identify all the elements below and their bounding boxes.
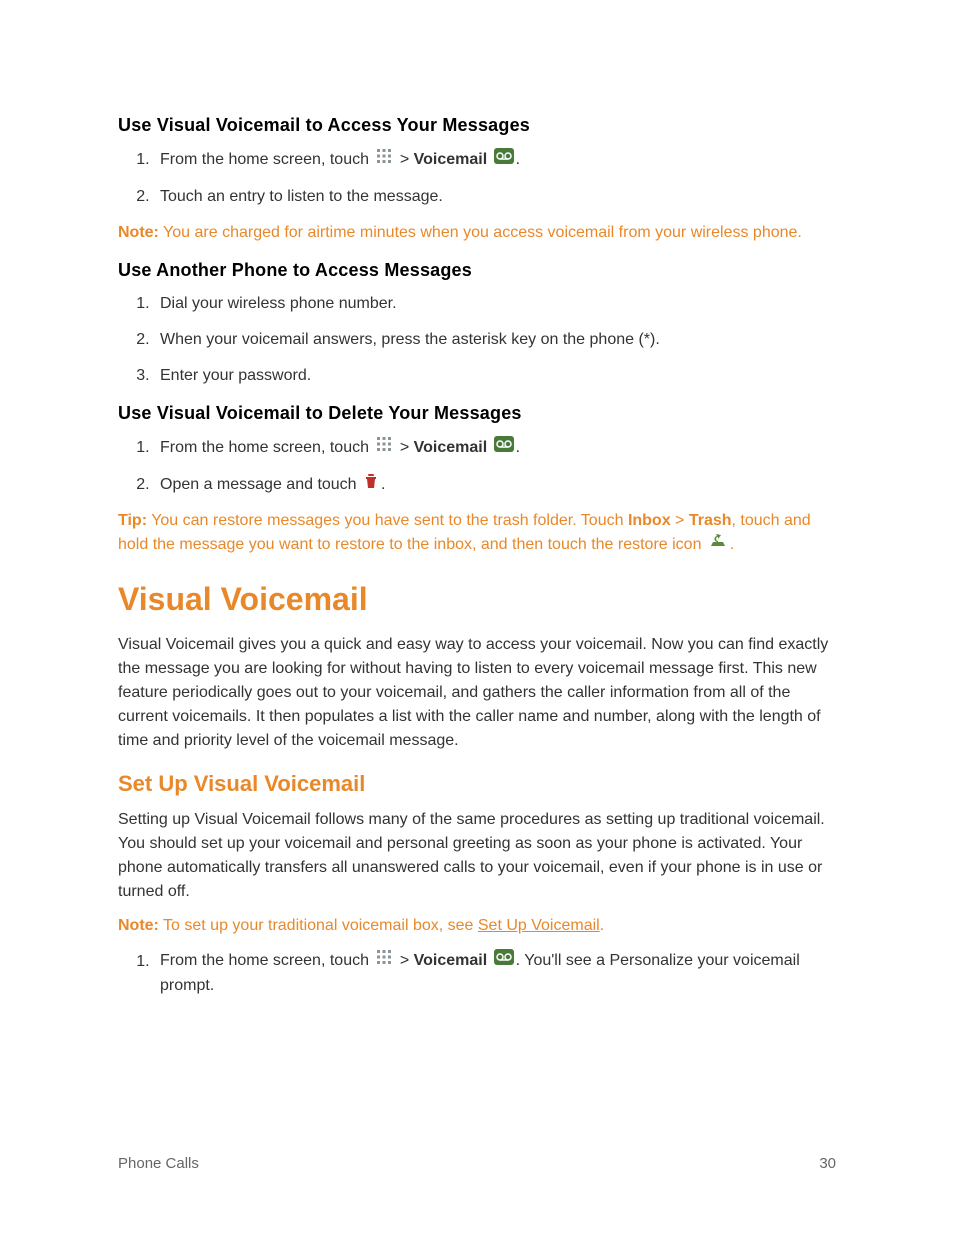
tip-text: You can restore messages you have sent t… [147, 512, 628, 529]
step-text [487, 439, 491, 456]
note-label: Note: [118, 224, 159, 241]
step-text: Enter your password. [160, 367, 311, 384]
another-steps-list: Dial your wireless phone number. When yo… [118, 292, 836, 388]
step-text [487, 953, 491, 970]
list-item: Open a message and touch . [154, 473, 836, 497]
voicemail-icon [494, 949, 514, 973]
step-text: Open a message and touch [160, 476, 361, 493]
document-page: Use Visual Voicemail to Access Your Mess… [0, 0, 954, 1235]
page-footer: Phone Calls 30 [118, 1153, 836, 1176]
voicemail-label: Voicemail [414, 151, 488, 168]
step-text: From the home screen, touch [160, 439, 373, 456]
voicemail-icon [494, 148, 514, 172]
tip-restore: Tip: You can restore messages you have s… [118, 509, 836, 557]
note-text: . [600, 917, 604, 934]
footer-page-number: 30 [819, 1153, 836, 1176]
step-text: Touch an entry to listen to the message. [160, 188, 443, 205]
step-text: When your voicemail answers, press the a… [160, 331, 660, 348]
trash-label: Trash [689, 512, 732, 529]
trash-icon [363, 473, 379, 497]
heading-visual-voicemail: Visual Voicemail [118, 575, 836, 623]
list-item: Dial your wireless phone number. [154, 292, 836, 316]
tip-label: Tip: [118, 512, 147, 529]
heading-access-messages: Use Visual Voicemail to Access Your Mess… [118, 112, 836, 139]
delete-steps-list: From the home screen, touch > Voicemail … [118, 435, 836, 497]
step-text: . [516, 439, 520, 456]
heading-delete-messages: Use Visual Voicemail to Delete Your Mess… [118, 400, 836, 427]
setup-steps-list: From the home screen, touch > Voicemail … [118, 948, 836, 998]
setup-description: Setting up Visual Voicemail follows many… [118, 808, 836, 904]
step-text: From the home screen, touch [160, 151, 373, 168]
list-item: Enter your password. [154, 364, 836, 388]
step-text: Dial your wireless phone number. [160, 295, 397, 312]
dialpad-icon [375, 435, 393, 461]
note-setup: Note: To set up your traditional voicema… [118, 914, 836, 938]
step-text: > [395, 439, 413, 456]
step-text: From the home screen, touch [160, 953, 373, 970]
step-text: > [395, 953, 413, 970]
step-text [487, 151, 491, 168]
heading-another-phone: Use Another Phone to Access Messages [118, 257, 836, 284]
tip-text: . [730, 536, 734, 553]
note-text: To set up your traditional voicemail box… [159, 917, 478, 934]
heading-set-up: Set Up Visual Voicemail [118, 767, 836, 800]
step-text: . [381, 476, 385, 493]
inbox-label: Inbox [628, 512, 671, 529]
visual-description: Visual Voicemail gives you a quick and e… [118, 633, 836, 753]
dialpad-icon [375, 948, 393, 974]
note-label: Note: [118, 917, 159, 934]
list-item: When your voicemail answers, press the a… [154, 328, 836, 352]
step-text: . [516, 151, 520, 168]
access-steps-list: From the home screen, touch > Voicemail … [118, 147, 836, 209]
voicemail-label: Voicemail [414, 953, 488, 970]
restore-icon [708, 533, 728, 557]
list-item: From the home screen, touch > Voicemail … [154, 435, 836, 461]
note-airtime: Note: You are charged for airtime minute… [118, 221, 836, 245]
note-text: You are charged for airtime minutes when… [159, 224, 802, 241]
dialpad-icon [375, 147, 393, 173]
tip-text: > [671, 512, 689, 529]
link-set-up-voicemail[interactable]: Set Up Voicemail [478, 917, 600, 934]
voicemail-icon [494, 436, 514, 460]
step-text: > [395, 151, 413, 168]
footer-section: Phone Calls [118, 1153, 199, 1176]
voicemail-label: Voicemail [414, 439, 488, 456]
list-item: Touch an entry to listen to the message. [154, 185, 836, 209]
list-item: From the home screen, touch > Voicemail … [154, 948, 836, 998]
list-item: From the home screen, touch > Voicemail … [154, 147, 836, 173]
